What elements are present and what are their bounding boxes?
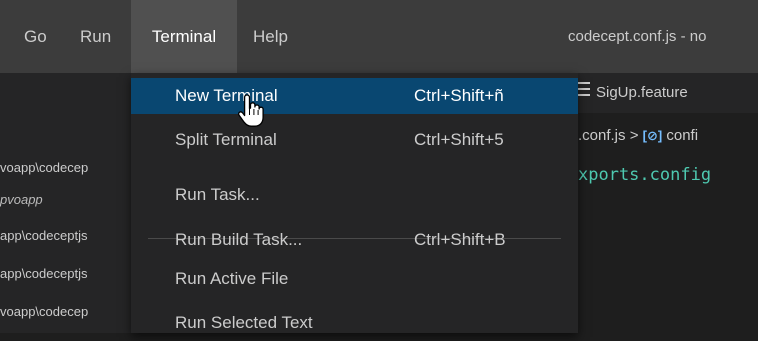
explorer-item[interactable]: app\codeceptjs (0, 223, 131, 249)
menu-item-run-build-task[interactable]: Run Build Task... Ctrl+Shift+B (131, 222, 578, 258)
menu-item-label: Run Build Task... (175, 230, 303, 249)
menu-item-new-terminal[interactable]: New Terminal Ctrl+Shift+ñ (131, 78, 578, 114)
menu-item-run-active-file[interactable]: Run Active File (131, 261, 578, 297)
explorer-item[interactable]: app\codeceptjs (0, 261, 131, 287)
menu-go[interactable]: Go (24, 0, 47, 73)
menu-bar: Go Run Terminal Help codecept.conf.js - … (0, 0, 758, 73)
tab-label: SigUp.feature (596, 84, 688, 101)
code-line[interactable]: xports.config (578, 163, 711, 187)
explorer-item[interactable]: pvoapp (0, 187, 131, 213)
breadcrumb[interactable]: .conf.js > [⊘] confi (578, 124, 698, 148)
breadcrumb-file[interactable]: .conf.js (578, 127, 626, 144)
terminal-menu: New Terminal Ctrl+Shift+ñ Split Terminal… (131, 73, 578, 333)
hand-cursor-icon (238, 94, 264, 127)
breadcrumb-symbol[interactable]: confi (666, 127, 698, 144)
menu-item-split-terminal[interactable]: Split Terminal Ctrl+Shift+5 (131, 122, 578, 158)
explorer-item[interactable]: voapp\codecep (0, 155, 131, 181)
menu-item-label: Run Selected Text (175, 313, 313, 332)
explorer-panel: voapp\codecep pvoapp app\codeceptjs app\… (0, 73, 132, 333)
menu-item-run-selected-text[interactable]: Run Selected Text (131, 305, 578, 341)
feature-file-icon (578, 82, 590, 96)
menu-item-run-task[interactable]: Run Task... (131, 177, 578, 213)
menu-run[interactable]: Run (80, 0, 111, 73)
menu-help[interactable]: Help (253, 0, 288, 73)
explorer-item[interactable]: voapp\codecep (0, 299, 131, 325)
menu-terminal[interactable]: Terminal (131, 0, 237, 73)
breadcrumb-separator: > (629, 127, 639, 144)
menu-item-shortcut: Ctrl+Shift+B (414, 230, 506, 249)
window-title: codecept.conf.js - no (568, 28, 707, 45)
menu-item-shortcut: Ctrl+Shift+ñ (414, 86, 504, 105)
variable-symbol-icon: [⊘] (642, 128, 663, 143)
menu-item-label: Run Active File (175, 269, 289, 288)
menu-item-label: Run Task... (175, 185, 260, 204)
tab-sigup-feature[interactable]: SigUp.feature (578, 73, 688, 113)
menu-item-shortcut: Ctrl+Shift+5 (414, 130, 504, 149)
